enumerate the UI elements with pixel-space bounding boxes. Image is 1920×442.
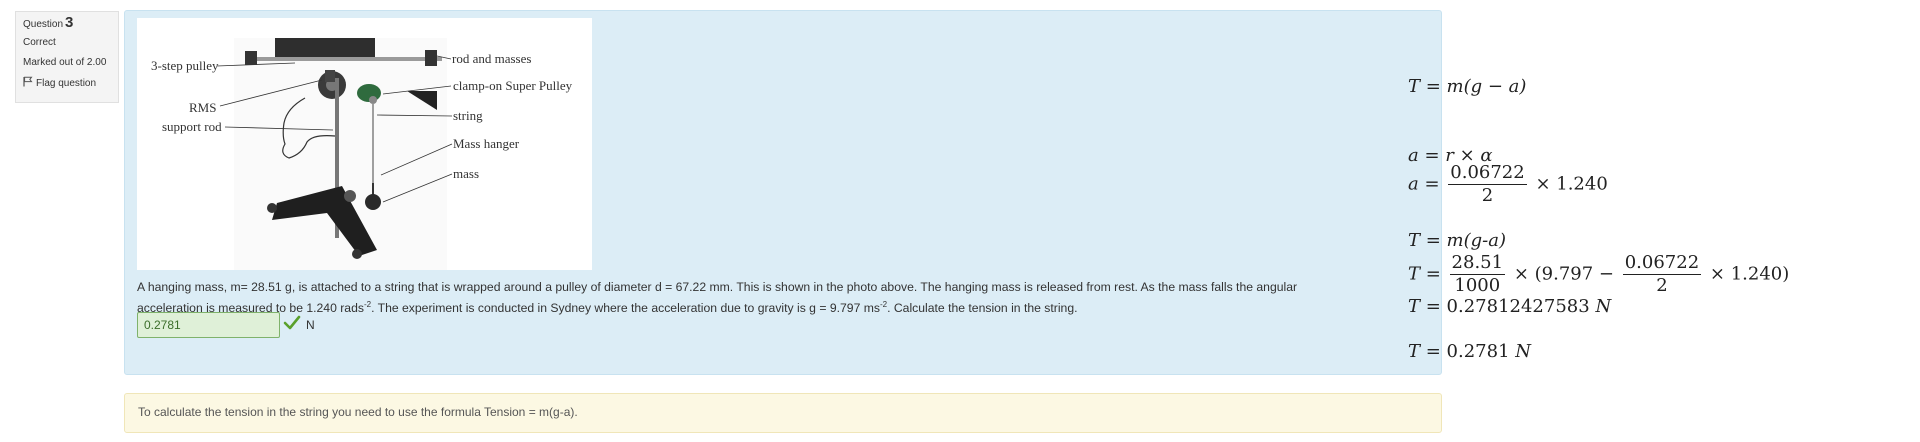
label-mass: mass <box>453 166 479 181</box>
flag-icon <box>23 76 33 87</box>
question-text-line-2: acceleration is measured to be 1.240 rad… <box>137 300 1078 316</box>
label-mass-hanger: Mass hanger <box>453 136 520 151</box>
apparatus-diagram: 3-step pulley rod and masses clamp-on Su… <box>151 38 573 270</box>
label-support-rod: support rod <box>162 119 222 134</box>
correct-check-icon <box>283 315 301 330</box>
working-eq-1: T = m(g − a) <box>1408 76 1527 97</box>
question-state: Correct <box>23 37 56 48</box>
question-number: Question 3 <box>23 14 74 31</box>
question-text: A hanging mass, m= 28.51 g, is attached … <box>137 279 1387 317</box>
working-eq-5: T = 28.51 1000 × (9.797 − 0.06722 2 × 1.24… <box>1408 252 1790 296</box>
label-rms: RMS <box>189 100 216 115</box>
question-formulation: 3-step pulley rod and masses clamp-on Su… <box>124 10 1442 375</box>
apparatus-photo: 3-step pulley rod and masses clamp-on Su… <box>137 18 592 270</box>
working-eq-6: T = 0.27812427583 N <box>1408 296 1612 317</box>
question-info: Question 3 Correct Marked out of 2.00 Fla… <box>15 11 119 103</box>
question-grade: Marked out of 2.00 <box>23 57 107 68</box>
answer-unit: N <box>306 318 315 332</box>
fraction-diameter: 0.06722 2 <box>1448 162 1527 206</box>
label-clamp-on-super-pulley: clamp-on Super Pulley <box>453 78 573 93</box>
label-3-step-pulley: 3-step pulley <box>151 58 219 73</box>
fraction-mass: 28.51 1000 <box>1449 252 1506 296</box>
fraction-radius: 0.06722 2 <box>1622 252 1702 296</box>
working-eq-3: a = 0.06722 2 × 1.240 <box>1408 162 1608 206</box>
flag-question-link[interactable]: Flag question <box>23 76 111 91</box>
general-feedback: To calculate the tension in the string y… <box>124 393 1442 433</box>
working-eq-7: T = 0.2781 N <box>1408 341 1532 362</box>
question-text-line-1: A hanging mass, m= 28.51 g, is attached … <box>137 280 1298 294</box>
working-eq-4: T = m(g-a) <box>1408 230 1506 251</box>
feedback-text: To calculate the tension in the string y… <box>138 405 578 419</box>
label-string: string <box>453 108 483 123</box>
flag-question-label: Flag question <box>36 78 97 89</box>
label-rod-and-masses: rod and masses <box>452 51 531 66</box>
answer-input[interactable] <box>137 312 280 338</box>
